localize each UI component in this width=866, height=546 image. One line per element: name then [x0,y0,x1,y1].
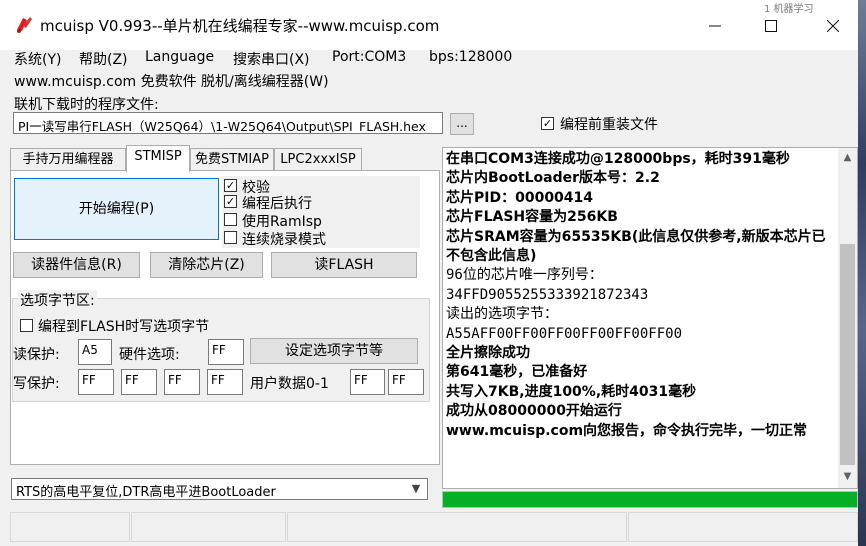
browse-button[interactable]: ... [450,113,474,135]
write-option-bytes-label: 编程到FLASH时写选项字节 [38,319,210,335]
menu-search-port[interactable]: 搜索串口(X) [233,49,310,69]
menu-bar: 系统(Y) 帮助(Z) Language 搜索串口(X) Port:COM3 b… [0,46,860,68]
log-line: A55AFF00FF00FF00FF00FF00FF00 [446,325,683,342]
scroll-down-icon[interactable]: ▼ [838,467,857,487]
status-bar-cell-4 [628,512,858,542]
menu-system[interactable]: 系统(Y) [14,49,61,69]
continuous-burn-checkbox[interactable] [224,231,237,244]
log-line: 芯片内BootLoader版本号：2.2 [446,170,660,187]
tab-lpc2xxxisp[interactable]: LPC2xxxISP [274,148,362,170]
user-data-input-1[interactable]: FF [388,369,424,395]
status-bar-cell-1 [10,512,130,542]
app-icon [14,14,34,34]
tab-free-stmiap[interactable]: 免费STMIAP [190,148,274,170]
program-file-label: 联机下载时的程序文件: [14,97,159,113]
reload-before-program-checkbox[interactable]: ✓ [541,117,554,130]
run-after-program-checkbox[interactable]: ✓ [224,195,237,208]
log-line: 在串口COM3连接成功@128000bps，耗时391毫秒 [446,151,790,167]
menu-bps[interactable]: bps:128000 [429,49,512,65]
menu-language[interactable]: Language [145,49,214,65]
erase-chip-button[interactable]: 清除芯片(Z) [150,252,263,278]
log-line: 芯片FLASH容量为256KB [446,209,618,226]
user-data-label: 用户数据0-1 [250,376,329,392]
log-text: 在串口COM3连接成功@128000bps，耗时391毫秒 芯片内BootLoad… [446,150,836,441]
maximize-button[interactable] [742,0,800,50]
status-bar-cell-3 [287,512,627,542]
write-protect-input-3[interactable]: FF [207,369,243,395]
write-option-bytes-checkbox[interactable] [20,319,33,332]
program-file-path-input[interactable]: PI一读写串行FLASH（W25Q64）\1-W25Q64\Output\SPI… [13,112,443,134]
run-after-program-label: 编程后执行 [242,196,312,212]
chevron-down-icon[interactable]: ▼ [406,480,426,498]
reload-before-program-label: 编程前重装文件 [560,117,658,133]
log-line: 读出的选项字节： [446,306,558,323]
use-ramisp-label: 使用RamIsp [242,214,322,230]
log-line: 芯片SRAM容量为65535KB(此信息仅供参考,新版本芯片已不包含此信息) [446,228,826,265]
close-button[interactable] [804,0,862,50]
scroll-up-icon[interactable]: ▲ [838,148,857,168]
desktop-background-strip [858,0,866,546]
read-flash-button[interactable]: 读FLASH [271,252,417,278]
progress-bar-fill [443,492,857,507]
write-protect-input-2[interactable]: FF [164,369,200,395]
boot-mode-select[interactable]: RTS的高电平复位,DTR高电平进BootLoader [11,478,428,500]
set-option-bytes-button[interactable]: 设定选项字节等 [250,338,418,364]
status-bar-cell-2 [131,512,286,542]
menu-help[interactable]: 帮助(Z) [79,49,128,69]
write-protect-input-0[interactable]: FF [78,369,114,395]
write-protect-input-1[interactable]: FF [121,369,157,395]
log-line: 第641毫秒，已准备好 [446,364,588,381]
minimize-button[interactable] [686,0,744,50]
menu-port[interactable]: Port:COM3 [332,49,406,65]
log-line: www.mcuisp.com向您报告，命令执行完毕，一切正常 [446,422,808,439]
log-line: 成功从08000000开始运行 [446,403,622,420]
log-line: 96位的芯片唯一序列号： [446,267,603,284]
log-line: 共写入7KB,进度100%,耗时4031毫秒 [446,383,697,400]
read-protect-label: 读保护: [13,347,60,363]
read-protect-input[interactable]: A5 [78,339,112,365]
hardware-options-input[interactable]: FF [208,339,244,365]
tab-stmisp[interactable]: STMISP [126,145,190,172]
log-line: 芯片PID：00000414 [446,189,594,206]
option-bytes-group-label: 选项字节区: [18,290,97,310]
log-line: 34FFD9055255333921872343 [446,286,649,303]
user-data-input-0[interactable]: FF [350,369,385,395]
read-device-info-button[interactable]: 读器件信息(R) [13,252,140,278]
start-programming-button[interactable]: 开始编程(P) [14,178,219,240]
write-protect-label: 写保护: [13,376,60,392]
continuous-burn-label: 连续烧录模式 [242,232,326,248]
hardware-options-label: 硬件选项: [119,347,180,363]
scrollbar-thumb[interactable] [840,244,855,465]
menu-offline-programmer[interactable]: www.mcuisp.com 免费软件 脱机/离线编程器(W) [14,71,329,91]
use-ramisp-checkbox[interactable] [224,213,237,226]
verify-checkbox[interactable]: ✓ [224,179,237,192]
window-title: mcuisp V0.993--单片机在线编程专家--www.mcuisp.com [40,17,440,35]
tab-handheld-programmer[interactable]: 手持万用编程器 [10,148,126,170]
log-line: 全片擦除成功 [446,345,530,362]
